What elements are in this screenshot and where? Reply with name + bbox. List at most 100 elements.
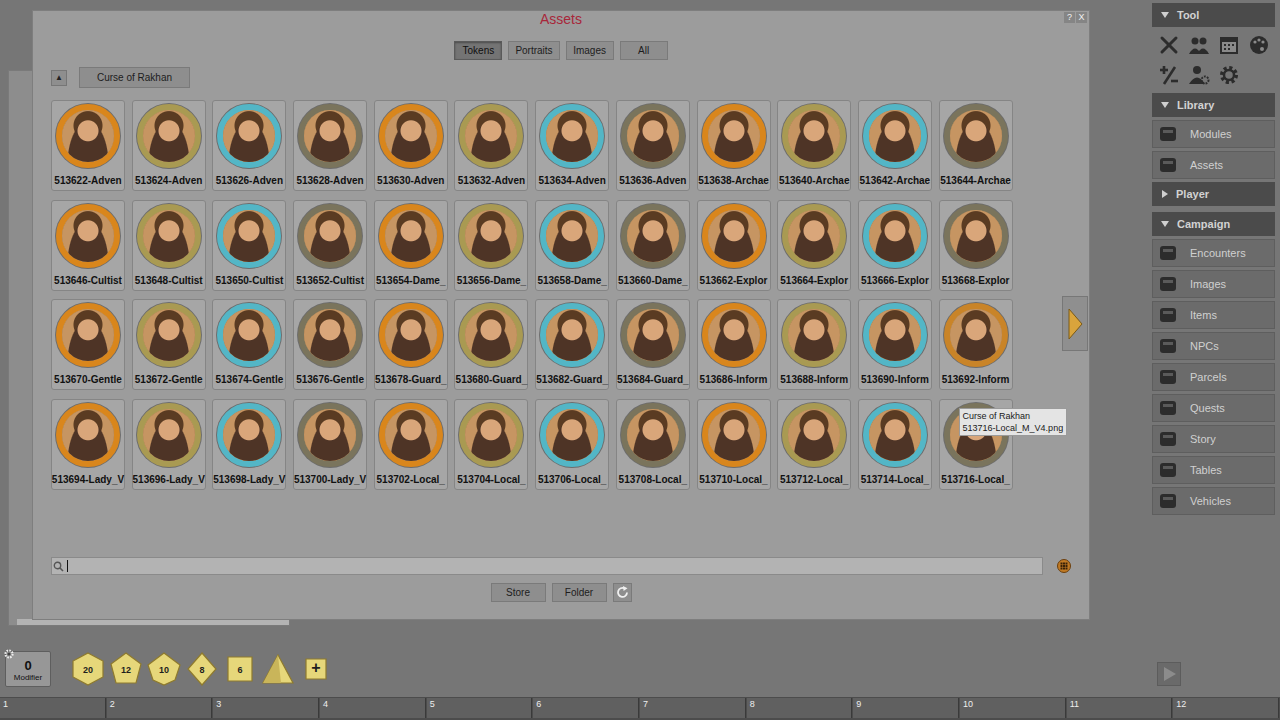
asset-tab[interactable]: Portraits (508, 41, 559, 60)
token-card[interactable]: 513632-Adven (454, 100, 528, 191)
play-button[interactable] (1157, 662, 1181, 686)
token-card[interactable]: 513662-Explor (697, 200, 771, 291)
hotkey-slot[interactable]: 5 (427, 698, 533, 718)
token-card[interactable]: 513644-Archae (939, 100, 1013, 191)
token-card[interactable]: 513624-Adven (132, 100, 206, 191)
token-card[interactable]: 513622-Adven (51, 100, 125, 191)
asset-tab[interactable]: Tokens (454, 41, 502, 60)
grid-view-icon[interactable] (1057, 559, 1071, 573)
die-button[interactable]: 12 (109, 652, 143, 686)
token-card[interactable]: 513668-Explor (939, 200, 1013, 291)
hotkey-slot[interactable]: 4 (320, 698, 426, 718)
token-card[interactable]: 513640-Archae (777, 100, 851, 191)
token-card[interactable]: 513684-Guard_ (616, 299, 690, 390)
next-page-button[interactable] (1062, 296, 1088, 351)
die-button[interactable]: 6 (223, 652, 257, 686)
up-button[interactable]: ▲ (51, 70, 67, 86)
die-button[interactable]: + (299, 652, 333, 686)
sidebar-item[interactable]: Quests (1152, 394, 1275, 422)
token-card[interactable]: 513708-Local_ (616, 399, 690, 490)
sidebar-item[interactable]: Tables (1152, 456, 1275, 484)
hotkey-slot[interactable]: 10 (960, 698, 1066, 718)
token-card[interactable]: 513648-Cultist (132, 200, 206, 291)
token-card[interactable]: 513642-Archae (858, 100, 932, 191)
action-button[interactable]: Folder (552, 583, 607, 602)
token-card[interactable]: 513676-Gentle (293, 299, 367, 390)
modifier-box[interactable]: 0Modifier (5, 651, 51, 687)
hotkey-slot[interactable]: 3 (213, 698, 319, 718)
tool-button[interactable] (1246, 32, 1272, 58)
refresh-button[interactable] (613, 583, 632, 602)
token-card[interactable]: 513638-Archae (697, 100, 771, 191)
token-card[interactable]: 513646-Cultist (51, 200, 125, 291)
token-card[interactable]: 513688-Inform (777, 299, 851, 390)
token-card[interactable]: 513694-Lady_V (51, 399, 125, 490)
hotkey-slot[interactable]: 11 (1067, 698, 1173, 718)
token-card[interactable]: 513712-Local_ (777, 399, 851, 490)
sidebar-section-header[interactable]: Campaign (1152, 212, 1275, 236)
sidebar-item[interactable]: Encounters (1152, 239, 1275, 267)
token-card[interactable]: 513630-Adven (374, 100, 448, 191)
token-card[interactable]: 513696-Lady_V (132, 399, 206, 490)
sidebar-item[interactable]: Story (1152, 425, 1275, 453)
tool-button[interactable] (1156, 62, 1182, 88)
token-card[interactable]: 513658-Dame_ (535, 200, 609, 291)
action-button[interactable]: Store (491, 583, 546, 602)
die-button[interactable]: 8 (185, 652, 219, 686)
window-control-button[interactable]: ? (1064, 12, 1075, 23)
hotkey-slot[interactable]: 12 (1173, 698, 1279, 718)
token-card[interactable]: 513670-Gentle (51, 299, 125, 390)
token-card[interactable]: 513714-Local_ (858, 399, 932, 490)
token-card[interactable]: 513656-Dame_ (454, 200, 528, 291)
token-card[interactable]: 513672-Gentle (132, 299, 206, 390)
gear-icon[interactable] (4, 649, 14, 659)
asset-tab[interactable]: Images (566, 41, 614, 60)
token-card[interactable]: 513660-Dame_ (616, 200, 690, 291)
tool-button[interactable] (1216, 32, 1242, 58)
token-card[interactable]: 513636-Adven (616, 100, 690, 191)
token-card[interactable]: 513704-Local_ (454, 399, 528, 490)
sidebar-item[interactable]: Images (1152, 270, 1275, 298)
token-card[interactable]: 513664-Explor (777, 200, 851, 291)
token-card[interactable]: 513690-Inform (858, 299, 932, 390)
token-card[interactable]: 513628-Adven (293, 100, 367, 191)
asset-tab[interactable]: All (620, 41, 668, 60)
tool-button[interactable] (1186, 32, 1212, 58)
window-control-button[interactable]: X (1076, 12, 1087, 23)
token-card[interactable]: 513652-Cultist (293, 200, 367, 291)
die-button[interactable]: 10 (147, 652, 181, 686)
token-card[interactable]: 513626-Adven (212, 100, 286, 191)
sidebar-item[interactable]: Modules (1152, 120, 1275, 148)
die-button[interactable] (261, 652, 295, 686)
token-card[interactable]: 513678-Guard_ (374, 299, 448, 390)
sidebar-section-header[interactable]: Library (1152, 93, 1275, 117)
tool-button[interactable] (1156, 32, 1182, 58)
hotkey-slot[interactable]: 6 (533, 698, 639, 718)
token-card[interactable]: 513666-Explor (858, 200, 932, 291)
hotkey-slot[interactable]: 7 (640, 698, 746, 718)
token-card[interactable]: 513682-Guard_ (535, 299, 609, 390)
token-card[interactable]: 513692-Inform (939, 299, 1013, 390)
token-card[interactable]: 513686-Inform (697, 299, 771, 390)
sidebar-item[interactable]: Items (1152, 301, 1275, 329)
token-card[interactable]: 513700-Lady_V (293, 399, 367, 490)
assets-window[interactable]: Assets?XTokensPortraitsImagesAll▲Curse o… (32, 10, 1090, 620)
tool-button[interactable] (1216, 62, 1242, 88)
sidebar-section-header[interactable]: Tool (1152, 3, 1275, 27)
token-card[interactable]: 513698-Lady_V (212, 399, 286, 490)
token-card[interactable]: 513650-Cultist (212, 200, 286, 291)
search-field[interactable] (51, 557, 1043, 575)
sidebar-item[interactable]: NPCs (1152, 332, 1275, 360)
token-card[interactable]: 513710-Local_ (697, 399, 771, 490)
hotkey-slot[interactable]: 2 (107, 698, 213, 718)
token-card[interactable]: 513680-Guard_ (454, 299, 528, 390)
token-card[interactable]: 513654-Dame_ (374, 200, 448, 291)
die-button[interactable]: 20 (71, 652, 105, 686)
token-card[interactable]: 513674-Gentle (212, 299, 286, 390)
sidebar-section-header[interactable]: Player (1152, 182, 1275, 206)
sidebar-item[interactable]: Vehicles (1152, 487, 1275, 515)
hotkey-slot[interactable]: 1 (0, 698, 106, 718)
tool-button[interactable] (1186, 62, 1212, 88)
token-card[interactable]: 513702-Local_ (374, 399, 448, 490)
sidebar-item[interactable]: Parcels (1152, 363, 1275, 391)
